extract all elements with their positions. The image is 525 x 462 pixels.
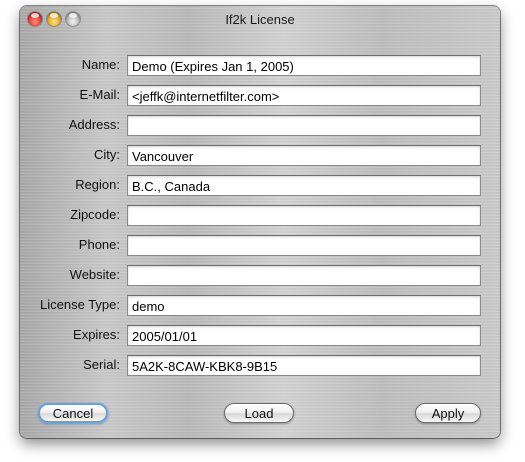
website-field[interactable] xyxy=(127,265,481,286)
expires-row: Expires: 2005/01/01 xyxy=(20,325,500,347)
name-row: Name: Demo (Expires Jan 1, 2005) xyxy=(20,55,500,77)
city-row: City: Vancouver xyxy=(20,145,500,167)
zipcode-field[interactable] xyxy=(127,205,481,226)
region-field[interactable]: B.C., Canada xyxy=(127,175,481,196)
load-button[interactable]: Load xyxy=(224,403,294,423)
phone-field[interactable] xyxy=(127,235,481,256)
email-row: E-Mail: <jeffk@internetfilter.com> xyxy=(20,85,500,107)
cancel-button[interactable]: Cancel xyxy=(38,403,108,423)
website-row: Website: xyxy=(20,265,500,287)
email-field[interactable]: <jeffk@internetfilter.com> xyxy=(127,85,481,106)
expires-field[interactable]: 2005/01/01 xyxy=(127,325,481,346)
apply-button[interactable]: Apply xyxy=(415,403,481,423)
region-label: Region: xyxy=(75,177,120,192)
license-type-field[interactable]: demo xyxy=(127,295,481,316)
title-bar[interactable]: If2k License xyxy=(20,6,500,32)
name-label: Name: xyxy=(81,57,120,72)
email-label: E-Mail: xyxy=(79,87,120,102)
address-field[interactable] xyxy=(127,115,481,136)
region-row: Region: B.C., Canada xyxy=(20,175,500,197)
serial-field[interactable]: 5A2K-8CAW-KBK8-9B15 xyxy=(127,355,481,376)
license-type-label: License Type: xyxy=(40,297,120,312)
zipcode-label: Zipcode: xyxy=(70,207,120,222)
phone-row: Phone: xyxy=(20,235,500,257)
expires-label: Expires: xyxy=(73,327,120,342)
window-title: If2k License xyxy=(225,12,295,27)
license-window: If2k License Name: Demo (Expires Jan 1, … xyxy=(20,6,500,438)
zipcode-row: Zipcode: xyxy=(20,205,500,227)
serial-label: Serial: xyxy=(83,357,120,372)
city-label: City: xyxy=(94,147,120,162)
address-row: Address: xyxy=(20,115,500,137)
name-field[interactable]: Demo (Expires Jan 1, 2005) xyxy=(127,55,481,76)
license-type-row: License Type: demo xyxy=(20,295,500,317)
serial-row: Serial: 5A2K-8CAW-KBK8-9B15 xyxy=(20,355,500,377)
city-field[interactable]: Vancouver xyxy=(127,145,481,166)
website-label: Website: xyxy=(69,267,120,282)
phone-label: Phone: xyxy=(78,237,120,252)
address-label: Address: xyxy=(68,117,120,132)
